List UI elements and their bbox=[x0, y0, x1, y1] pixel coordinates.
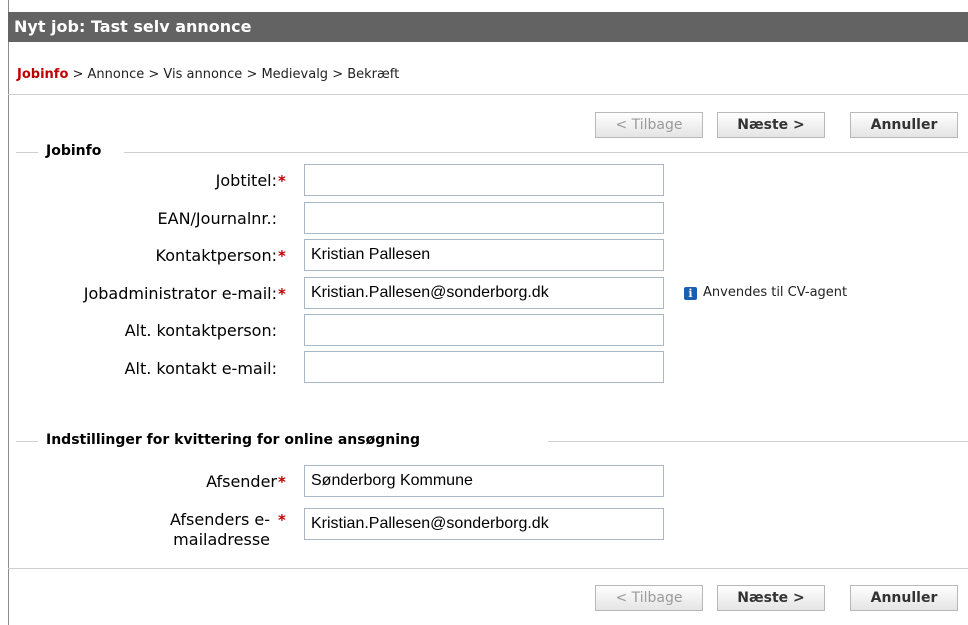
alt-contact-label: Alt. kontaktperson: bbox=[124, 321, 277, 340]
alt-email-label: Alt. kontakt e-mail: bbox=[124, 359, 277, 378]
contact-field[interactable] bbox=[304, 239, 664, 271]
cancel-button[interactable]: Annuller bbox=[850, 585, 958, 611]
back-button[interactable]: < Tilbage bbox=[595, 585, 703, 611]
page-title: Nyt job: Tast selv annonce bbox=[8, 12, 968, 42]
required-marker: * bbox=[278, 285, 286, 303]
breadcrumb: Jobinfo > Annonce > Vis annonce > Mediev… bbox=[17, 67, 399, 82]
required-marker: * bbox=[278, 172, 286, 190]
required-marker: * bbox=[278, 473, 286, 491]
required-marker: * bbox=[278, 247, 286, 265]
next-button[interactable]: Næste > bbox=[717, 585, 825, 611]
breadcrumb-remaining-steps: > Annonce > Vis annonce > Medievalg > Be… bbox=[68, 67, 400, 82]
sender-field[interactable] bbox=[304, 465, 664, 497]
fieldset-line bbox=[548, 441, 968, 442]
ean-field[interactable] bbox=[304, 202, 664, 234]
info-icon: i bbox=[684, 287, 697, 300]
back-button[interactable]: < Tilbage bbox=[595, 112, 703, 138]
jobtitle-label: Jobtitel: bbox=[215, 171, 277, 190]
alt-contact-field[interactable] bbox=[304, 314, 664, 346]
contact-label: Kontaktperson: bbox=[155, 246, 277, 265]
fieldset-line bbox=[16, 152, 38, 153]
divider bbox=[8, 568, 968, 569]
cancel-button[interactable]: Annuller bbox=[850, 112, 958, 138]
sender-email-field[interactable] bbox=[304, 508, 664, 540]
sender-email-label-line2: mailadresse bbox=[173, 530, 270, 549]
sender-email-label-line1: Afsenders e- bbox=[170, 510, 270, 529]
ean-label: EAN/Journalnr.: bbox=[157, 209, 277, 228]
jobtitle-field[interactable] bbox=[304, 164, 664, 196]
admin-email-label: Jobadministrator e-mail: bbox=[83, 284, 277, 303]
next-button[interactable]: Næste > bbox=[717, 112, 825, 138]
fieldset-line bbox=[124, 152, 968, 153]
admin-email-field[interactable] bbox=[304, 277, 664, 309]
cv-agent-note-text: Anvendes til CV-agent bbox=[703, 285, 848, 300]
jobinfo-legend: Jobinfo bbox=[40, 143, 108, 159]
divider bbox=[8, 94, 968, 95]
cv-agent-note: i Anvendes til CV-agent bbox=[684, 285, 847, 300]
required-marker: * bbox=[278, 511, 286, 529]
sender-label: Afsender bbox=[206, 472, 277, 491]
sender-email-label: Afsenders e- mailadresse bbox=[10, 510, 270, 550]
receipt-legend: Indstillinger for kvittering for online … bbox=[40, 432, 426, 448]
breadcrumb-active-step: Jobinfo bbox=[17, 67, 69, 82]
fieldset-line bbox=[16, 441, 38, 442]
alt-email-field[interactable] bbox=[304, 351, 664, 383]
